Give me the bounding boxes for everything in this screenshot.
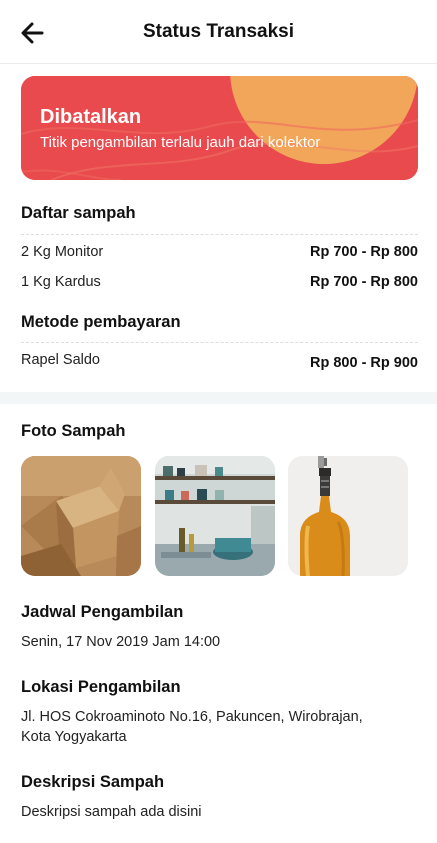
status-banner: Dibatalkan Titik pengambilan terlalu jau… (21, 76, 418, 180)
top-app-bar: Status Transaksi (0, 0, 437, 64)
waste-list-title: Daftar sampah (21, 204, 136, 222)
kitchen-photo[interactable] (155, 456, 275, 576)
schedule-title: Jadwal Pengambilan (21, 603, 184, 621)
description-title: Deskripsi Sampah (21, 773, 165, 791)
dashed-divider (21, 342, 418, 343)
status-reason: Titik pengambilan terlalu jauh dari kole… (40, 134, 321, 151)
payment-method-price: Rp 800 - Rp 900 (310, 355, 418, 371)
waste-item-price: Rp 700 - Rp 800 (310, 244, 418, 260)
location-title: Lokasi Pengambilan (21, 678, 181, 696)
section-divider (0, 392, 437, 404)
photos-title: Foto Sampah (21, 422, 126, 440)
page-title: Status Transaksi (142, 21, 295, 42)
payment-method-title: Metode pembayaran (21, 313, 181, 331)
waste-item-label: 2 Kg Monitor (21, 244, 104, 260)
location-address-line1: Jl. HOS Cokroaminoto No.16, Pakuncen, Wi… (21, 709, 363, 725)
oil-bottle-photo[interactable] (288, 456, 408, 576)
payment-method-label: Rapel Saldo (21, 352, 100, 368)
description-value: Deskripsi sampah ada disini (21, 804, 202, 820)
schedule-value: Senin, 17 Nov 2019 Jam 14:00 (21, 634, 221, 650)
cardboard-boxes-photo[interactable] (21, 456, 141, 576)
dashed-divider (21, 234, 418, 235)
location-address-line2: Kota Yogyakarta (21, 729, 127, 745)
status-title: Dibatalkan (40, 106, 142, 128)
waste-item-price: Rp 700 - Rp 800 (310, 274, 418, 290)
waste-item-label: 1 Kg Kardus (21, 274, 101, 290)
